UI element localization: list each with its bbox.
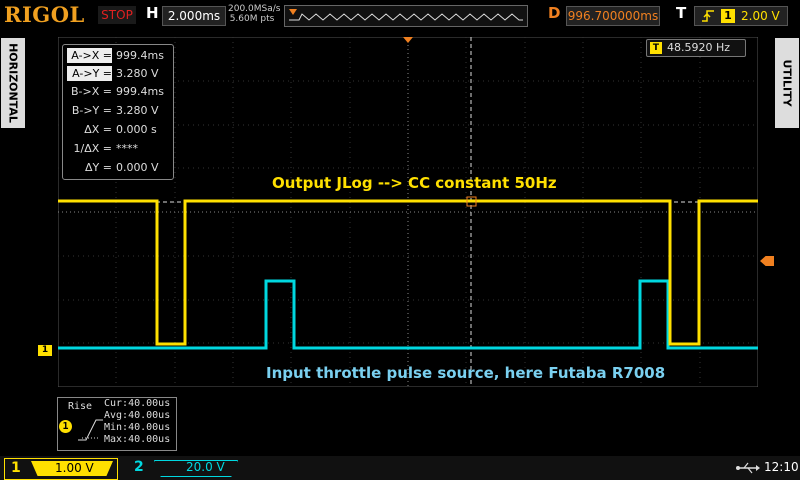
trigger-cur: Cur:40.00us [104,398,171,409]
timebase-value[interactable]: 2.000ms [162,6,226,26]
channel-1-scale: 1.00 V [55,461,94,475]
trigger-avg: Avg:40.00us [104,410,171,421]
measure-row: ΔX = 0.000 s [67,122,171,137]
frequency-value: 48.5920 Hz [667,41,731,54]
right-side-panel: UTILITY [774,30,800,450]
trigger-channel-badge: 1 [59,420,72,433]
top-status-bar: RIGOL STOP H 2.000ms 200.0MSa/s 5.60M pt… [0,0,800,30]
memory-position-marker [289,9,297,15]
trigger-max: Max:40.00us [104,434,171,445]
memory-depth: 5.60M pts [229,14,275,24]
brand-logo: RIGOL [4,2,85,27]
measure-row: B->Y = 3.280 V [67,103,171,118]
horizontal-menu-tab[interactable]: HORIZONTAL [1,38,25,128]
measure-key: ΔY = [85,161,112,174]
utility-tab-label: UTILITY [780,59,794,107]
memory-overview-strip[interactable] [284,5,528,27]
measure-row: ΔY = 0.000 V [67,160,171,175]
measure-row: B->X = 999.4ms [67,84,171,99]
sample-info: 200.0MSa/s 5.60M pts [228,4,281,24]
channel-2-scale: 20.0 V [186,460,225,474]
counter-icon: T [650,42,662,54]
left-side-panel: HORIZONTAL [0,30,26,450]
cursor-measurement-panel[interactable]: A->X = 999.4ms A->Y = 3.280 V B->X = 999.4m… [62,44,174,180]
channel-1-button[interactable]: 1 1.00 V [4,458,118,480]
trigger-mode: Rise [68,401,93,412]
usb-icon [736,462,760,474]
trigger-settings[interactable]: 1 2.00 V [694,6,788,26]
measure-key: A->Y = [67,66,112,81]
frequency-counter[interactable]: T 48.5920 Hz [646,39,746,57]
measure-key: A->X = [67,48,112,63]
channel-1-ground-marker[interactable]: 1 [38,345,52,356]
measure-value: 3.280 V [116,104,159,117]
measure-value: 3.280 V [116,67,159,80]
sample-rate: 200.0MSa/s [228,4,281,14]
measure-value: 999.4ms [116,49,164,62]
channel-2-number: 2 [134,459,144,475]
measure-value: 0.000 V [116,161,159,174]
channel-2-button[interactable]: 2 20.0 V [128,458,240,478]
bottom-channel-bar: 1 1.00 V 2 20.0 V 12:10 [0,456,800,480]
trigger-min: Min:40.00us [104,422,171,433]
measure-value: 999.4ms [116,85,164,98]
clock: 12:10 [764,460,799,474]
measure-key: 1/ΔX = [73,142,112,155]
rise-time-icon [78,419,103,441]
output-annotation: Output JLog --> CC constant 50Hz [272,174,557,192]
trigger-label: T [676,4,687,22]
measure-value: 0.000 s [116,123,157,136]
measure-key: ΔX = [84,123,112,136]
measure-row: A->Y = 3.280 V [67,66,171,81]
measure-key: B->X = [71,85,112,98]
trigger-level-marker[interactable] [760,256,774,266]
channel-1-number: 1 [11,460,21,476]
measure-value: **** [116,142,138,155]
measure-row: 1/ΔX = **** [67,141,171,156]
utility-menu-tab[interactable]: UTILITY [775,38,799,128]
run-stop-status[interactable]: STOP [98,6,136,24]
memory-overview-graphic [289,9,523,21]
measure-key: B->Y = [71,104,112,117]
trigger-info-panel[interactable]: Rise 1 Cur:40.00us Avg:40.00us Min:40.00… [57,397,177,451]
horizontal-label: H [146,4,159,22]
delay-label: D [548,4,561,22]
measure-row: A->X = 999.4ms [67,48,171,63]
input-annotation: Input throttle pulse source, here Futaba… [266,364,666,382]
trigger-source-badge: 1 [721,9,735,23]
rising-edge-icon [702,10,714,22]
delay-value[interactable]: 996.700000ms [566,6,660,26]
horizontal-tab-label: HORIZONTAL [6,43,20,123]
trigger-level: 2.00 V [741,9,780,23]
